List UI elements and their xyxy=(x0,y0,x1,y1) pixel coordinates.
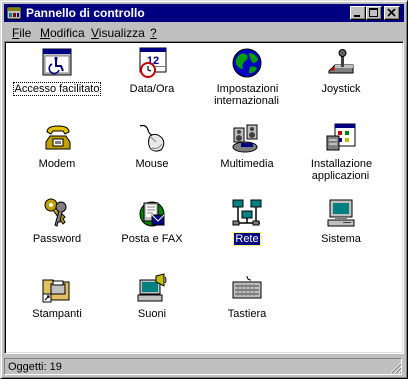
calendar-clock-icon: 12 xyxy=(139,47,167,78)
minimize-button[interactable] xyxy=(350,6,366,20)
item-label: Suoni xyxy=(137,308,167,320)
status-text: Oggetti: 19 xyxy=(8,361,62,373)
title-bar[interactable]: Pannello di controllo xyxy=(4,4,404,22)
sounds-icon xyxy=(137,273,167,302)
item-joystick[interactable]: Joystick xyxy=(293,47,389,117)
joystick-icon xyxy=(328,49,354,74)
accessibility-icon xyxy=(42,48,72,76)
maximize-icon xyxy=(369,8,378,17)
item-label: Sistema xyxy=(321,233,361,245)
item-modem[interactable]: Modem xyxy=(9,122,105,192)
computer-icon xyxy=(327,199,355,227)
item-label: Multimedia xyxy=(220,158,274,170)
status-panel: Oggetti: 19 xyxy=(4,358,402,375)
item-label: Modem xyxy=(38,158,76,170)
item-label: Mouse xyxy=(135,158,169,170)
item-label: Posta e FAX xyxy=(121,233,183,245)
item-rete[interactable]: Rete xyxy=(199,197,295,267)
globe-icon xyxy=(232,48,262,78)
item-label: Password xyxy=(32,233,82,245)
maximize-button[interactable] xyxy=(366,6,382,20)
window-title: Pannello di controllo xyxy=(26,6,145,20)
keys-icon xyxy=(44,198,67,227)
item-multimedia[interactable]: Multimedia xyxy=(199,122,295,192)
menu-modifica[interactable]: Modifica xyxy=(40,26,85,40)
item-impostazioni-internazionali[interactable]: Impostazioni internazionali xyxy=(199,47,295,117)
item-tastiera[interactable]: Tastiera xyxy=(199,272,295,342)
item-stampanti[interactable]: Stampanti xyxy=(9,272,105,342)
item-posta-e-fax[interactable]: Posta e FAX xyxy=(104,197,200,267)
menu-file[interactable]: File xyxy=(12,26,31,40)
printers-folder-icon xyxy=(42,279,70,303)
item-installazione-applicazioni[interactable]: Installazione applicazioni xyxy=(293,122,389,192)
item-label: Data/Ora xyxy=(129,83,175,95)
item-label: Tastiera xyxy=(227,308,267,320)
mail-fax-icon xyxy=(139,201,165,227)
control-panel-window: Pannello di controllo File Modifica Visu… xyxy=(0,0,408,379)
item-label: Accesso facilitato xyxy=(12,82,102,96)
item-accesso-facilitato[interactable]: Accesso facilitato xyxy=(9,47,105,117)
status-bar: Oggetti: 19 xyxy=(4,357,404,376)
network-icon xyxy=(232,199,262,226)
item-label: Joystick xyxy=(321,83,361,95)
control-panel-icon xyxy=(6,6,22,20)
item-password[interactable]: Password xyxy=(9,197,105,267)
item-label: Impostazioni internazionali xyxy=(214,83,279,107)
minimize-icon xyxy=(354,15,360,17)
item-sistema[interactable]: Sistema xyxy=(293,197,389,267)
close-button[interactable] xyxy=(384,6,400,20)
icon-view[interactable]: Accesso facilitato 12 Data/Ora Impostazi… xyxy=(4,41,404,354)
menu-bar: File Modifica Visualizza ? xyxy=(4,23,404,41)
item-label: Rete xyxy=(233,232,261,246)
item-label: Stampanti xyxy=(32,308,82,320)
resize-grip-icon[interactable] xyxy=(390,362,402,374)
item-suoni[interactable]: Suoni xyxy=(104,272,200,342)
menu-visualizza[interactable]: Visualizza xyxy=(91,26,145,40)
item-label: Installazione applicazioni xyxy=(310,158,373,182)
menu-help[interactable]: ? xyxy=(150,26,157,40)
multimedia-icon xyxy=(232,124,258,153)
install-apps-icon xyxy=(326,123,356,151)
keyboard-icon xyxy=(232,275,262,299)
item-data-ora[interactable]: 12 Data/Ora xyxy=(104,47,200,117)
mouse-icon xyxy=(139,124,165,152)
item-mouse[interactable]: Mouse xyxy=(104,122,200,192)
close-icon xyxy=(387,8,396,17)
modem-phone-icon xyxy=(45,125,71,150)
